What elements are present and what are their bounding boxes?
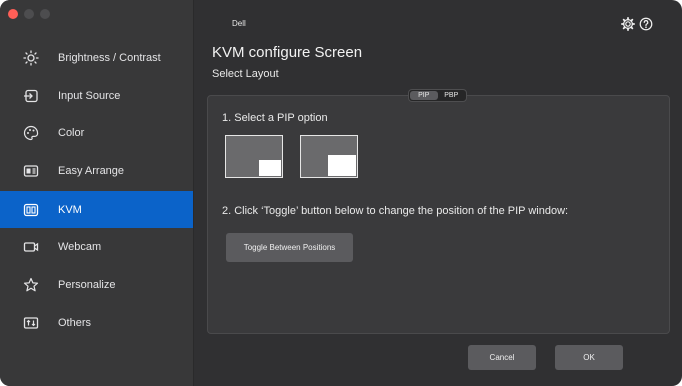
step-2-label: 2. Click ‘Toggle’ button below to change… [222,205,569,217]
sidebar-item-label: Personalize [58,278,116,291]
palette-icon [22,124,40,142]
main-content: Dell KVM configure Screen Select Layout … [194,0,682,386]
cancel-button[interactable]: Cancel [468,345,536,370]
sidebar-item-color[interactable]: Color [0,114,193,151]
sidebar-item-easy-arrange[interactable]: Easy Arrange [0,152,193,189]
sidebar-item-label: Brightness / Contrast [58,51,161,64]
toggle-positions-button[interactable]: Toggle Between Positions [226,233,353,262]
sidebar-item-others[interactable]: Others [0,304,193,341]
zoom-window-button[interactable] [40,9,50,19]
close-window-button[interactable] [8,9,18,19]
sidebar: Brightness / Contrast Input Source Color… [0,0,194,386]
input-source-icon [22,87,40,105]
sidebar-item-kvm[interactable]: KVM [0,191,193,228]
sidebar-item-webcam[interactable]: Webcam [0,228,193,265]
others-icon [22,314,40,332]
top-icons [621,17,653,36]
ok-button[interactable]: OK [555,345,623,370]
gear-icon[interactable] [621,17,635,36]
tab-pip[interactable]: PIP [410,91,438,100]
easy-arrange-icon [22,162,40,180]
page-title: KVM configure Screen [212,44,363,61]
brand-label: Dell [232,19,246,28]
pip-window-preview [259,160,281,176]
sidebar-item-label: KVM [58,203,82,216]
page-subtitle: Select Layout [212,68,279,80]
sun-icon [22,49,40,67]
help-icon[interactable] [639,17,653,36]
pip-option-small[interactable] [225,135,283,178]
sidebar-item-label: Color [58,126,85,139]
webcam-icon [22,238,40,256]
kvm-icon [22,201,40,219]
minimize-window-button[interactable] [24,9,34,19]
sidebar-item-personalize[interactable]: Personalize [0,266,193,303]
sidebar-item-label: Input Source [58,89,121,102]
sidebar-item-label: Easy Arrange [58,164,125,177]
app-window: Brightness / Contrast Input Source Color… [0,0,682,386]
tab-pbp[interactable]: PBP [438,91,466,100]
sidebar-item-label: Webcam [58,240,102,253]
sidebar-item-brightness-contrast[interactable]: Brightness / Contrast [0,39,193,76]
step-1-label: 1. Select a PIP option [222,112,328,124]
star-icon [22,276,40,294]
pip-window-preview [328,155,356,176]
sidebar-item-input-source[interactable]: Input Source [0,77,193,114]
layout-segmented-control: PIP PBP [408,89,467,102]
window-controls [8,9,50,19]
pip-option-large[interactable] [300,135,358,178]
sidebar-item-label: Others [58,316,92,329]
